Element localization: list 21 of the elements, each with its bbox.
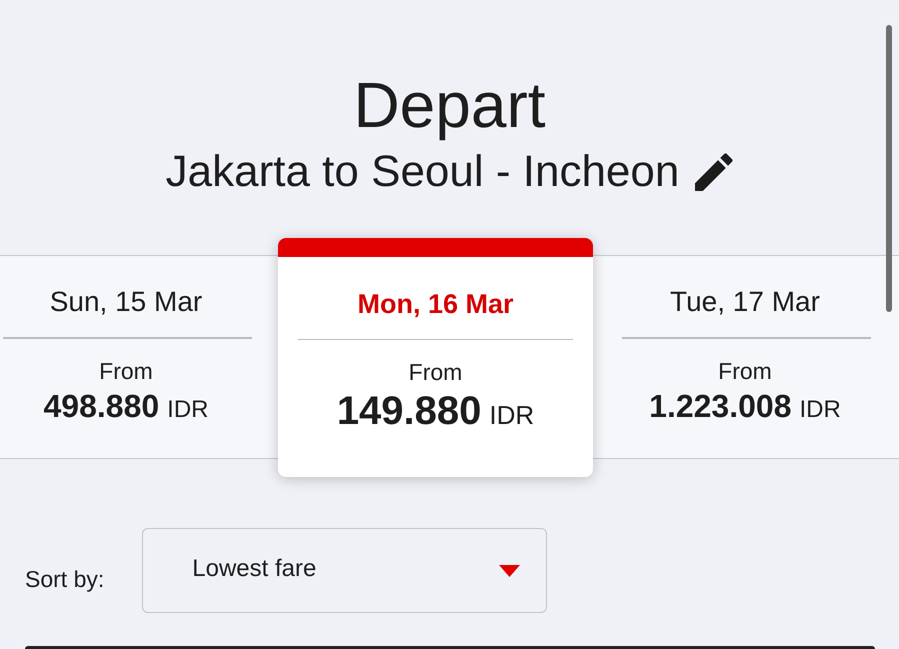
currency-label: IDR (167, 394, 208, 424)
from-label: From (99, 356, 153, 384)
price-amount: 149.880 (336, 389, 482, 433)
scrollbar-thumb[interactable] (886, 25, 892, 312)
caret-icon (499, 564, 520, 576)
price-amount: 498.880 (43, 388, 160, 424)
date-label: Tue, 17 Mar (670, 285, 820, 319)
date-card[interactable]: Sun, 15 Mar From 498.880 IDR (0, 256, 252, 458)
date-card[interactable]: Mon, 16 Mar From 149.880 IDR (278, 238, 593, 476)
sort-label: Sort by: (25, 565, 104, 594)
route-title: Jakarta to Seoul - Incheon (166, 147, 680, 197)
currency-label: IDR (489, 399, 534, 432)
date-card[interactable]: Tue, 17 Mar From 1.223.008 IDR (619, 256, 871, 458)
price-amount: 1.223.008 (649, 388, 792, 424)
from-label: From (408, 358, 462, 386)
edit-pencil-icon[interactable] (695, 153, 734, 191)
sort-dropdown[interactable]: Lowest fare (142, 528, 548, 613)
currency-label: IDR (800, 394, 841, 424)
from-label: From (718, 356, 772, 384)
date-label: Mon, 16 Mar (357, 288, 514, 320)
date-label: Sun, 15 Mar (50, 285, 202, 319)
